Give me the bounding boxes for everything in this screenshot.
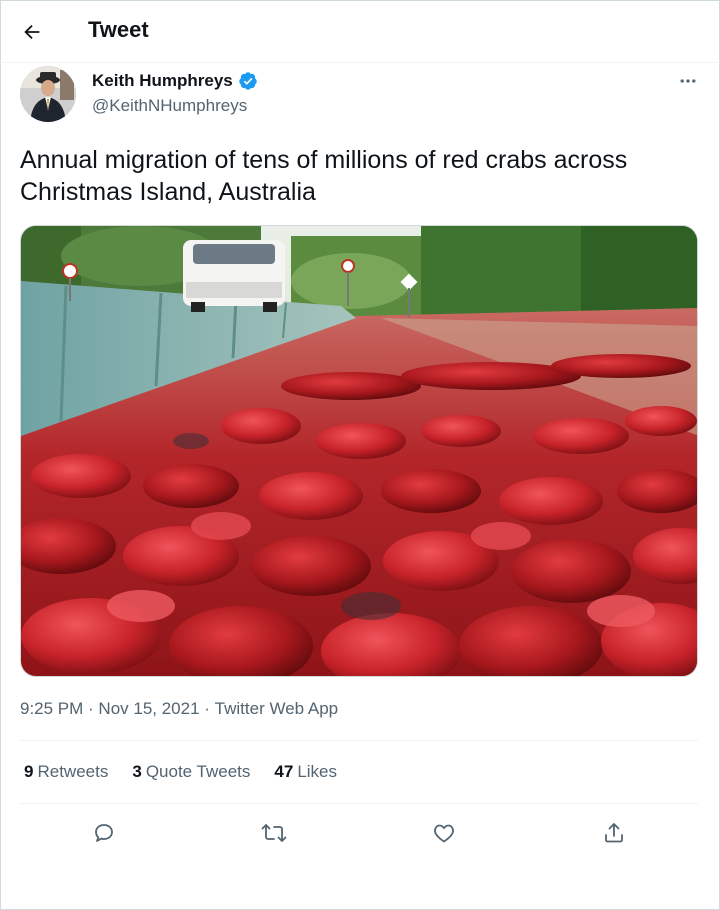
likes-label: Likes [297, 762, 338, 781]
more-horizontal-icon [680, 79, 696, 83]
tweet-text-line: Christmas Island, Australia [20, 178, 316, 206]
author-name[interactable]: Keith Humphreys [92, 71, 233, 91]
back-button[interactable] [14, 14, 50, 50]
arrow-left-icon [24, 24, 40, 40]
meta-separator: · [199, 699, 215, 718]
tweet-text-line: Annual migration of tens of millions of … [20, 146, 628, 174]
avatar[interactable] [20, 66, 76, 122]
tweet-photo[interactable] [20, 225, 698, 677]
verified-badge-icon [239, 72, 257, 90]
meta-separator: · [83, 699, 99, 718]
quote-tweets-stat[interactable]: 3 Quote Tweets [132, 762, 250, 782]
likes-count: 47 [274, 762, 294, 781]
quote-tweets-count: 3 [132, 762, 142, 781]
tweet-source[interactable]: Twitter Web App [215, 699, 338, 719]
top-bar: Tweet [0, 0, 720, 63]
share-icon [605, 823, 623, 843]
quote-tweets-label: Quote Tweets [145, 762, 251, 781]
reply-button[interactable] [87, 816, 121, 850]
tweet-actions [0, 816, 720, 850]
page-title: Tweet [88, 17, 149, 42]
tweet-date[interactable]: Nov 15, 2021 [98, 699, 199, 719]
divider [20, 740, 698, 741]
share-button[interactable] [597, 816, 631, 850]
retweets-count: 9 [24, 762, 34, 781]
red-crabs-photo [21, 226, 697, 676]
avatar-image [20, 66, 76, 122]
divider [20, 803, 698, 804]
like-button[interactable] [427, 816, 461, 850]
reply-icon [95, 824, 113, 842]
author-name-row: Keith Humphreys [92, 71, 258, 91]
author-handle[interactable]: @KeithNHumphreys [92, 96, 247, 116]
retweet-icon [261, 824, 287, 842]
like-icon [434, 824, 454, 843]
engagement-stats: 9 Retweets 3 Quote Tweets 47 Likes [24, 762, 361, 782]
tweet-text: Annual migration of tens of millions of … [20, 144, 710, 208]
retweets-stat[interactable]: 9 Retweets [24, 762, 108, 782]
likes-stat[interactable]: 47 Likes [274, 762, 337, 782]
retweet-button[interactable] [257, 816, 291, 850]
tweet-time[interactable]: 9:25 PM [20, 699, 83, 719]
retweets-label: Retweets [37, 762, 109, 781]
tweet-meta: 9:25 PM · Nov 15, 2021 · Twitter Web App [20, 699, 338, 719]
more-options-button[interactable] [670, 66, 706, 96]
